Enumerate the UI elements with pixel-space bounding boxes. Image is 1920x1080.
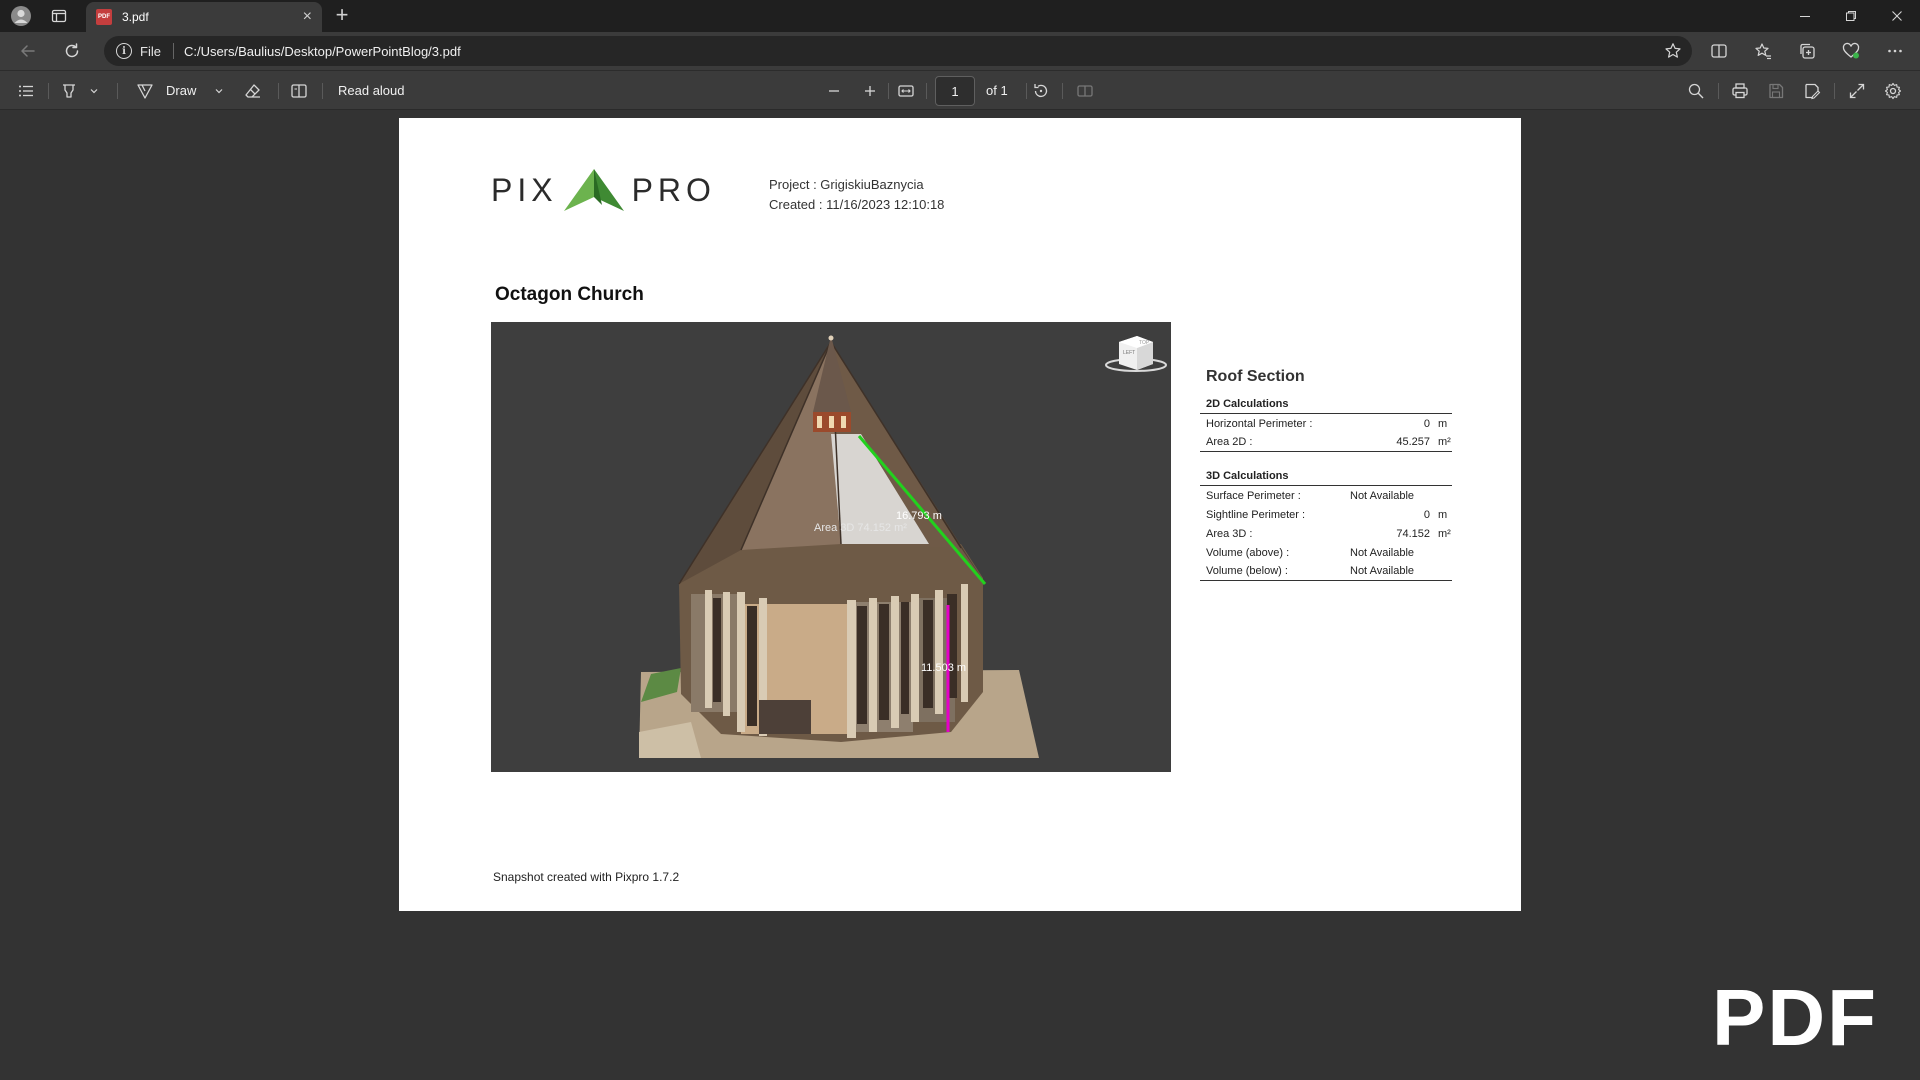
pdf-toolbar: Draw Read aloud of 1 [0, 70, 1920, 110]
section-title: Roof Section [1206, 368, 1305, 385]
roof-section-calculations: Roof Section 2D Calculations Horizontal … [1200, 368, 1452, 591]
tab-strip: PDF 3.pdf × + [0, 0, 1920, 32]
viewcube-top-label: TOP [1139, 340, 1150, 346]
address-divider [172, 43, 174, 59]
address-url[interactable]: C:/Users/Baulius/Desktop/PowerPointBlog/… [184, 44, 1692, 59]
toolbar-divider [1062, 83, 1063, 99]
calc-row-surface-perimeter: Surface Perimeter : Not Available [1206, 489, 1415, 502]
page-number-input[interactable] [935, 76, 975, 106]
calc-row-sightline-perimeter: Sightline Perimeter : 0 m [1206, 508, 1448, 521]
expand-icon[interactable] [1845, 79, 1869, 103]
tab-title: 3.pdf [122, 10, 149, 24]
rotate-icon[interactable] [1029, 79, 1053, 103]
close-tab-icon[interactable]: × [303, 9, 312, 25]
immersive-reader-icon[interactable] [287, 79, 311, 103]
document-title: Octagon Church [495, 284, 644, 305]
calc-row-horizontal-perimeter: Horizontal Perimeter : 0 m [1206, 417, 1448, 430]
snapshot-footer: Snapshot created with Pixpro 1.7.2 [493, 870, 680, 884]
new-tab-button[interactable]: + [330, 4, 354, 28]
tab-3-pdf[interactable]: PDF 3.pdf × [86, 2, 322, 32]
logo-text-pro: PRO [631, 171, 716, 208]
address-scheme: File [140, 43, 161, 59]
zoom-out-icon[interactable] [822, 79, 846, 103]
back-arrow-icon[interactable] [16, 39, 40, 63]
minimize-button[interactable] [1782, 0, 1828, 32]
measurement-slope-label: 16.793 m [896, 510, 942, 522]
address-bar[interactable]: i File C:/Users/Baulius/Desktop/PowerPoi… [104, 36, 1692, 66]
calc-row-area-3d: Area 3D : 74.152 m² [1206, 527, 1451, 540]
save-as-icon[interactable] [1800, 79, 1824, 103]
contents-list-icon[interactable] [14, 79, 38, 103]
pdf-watermark: PDF [1712, 973, 1878, 1062]
settings-gear-icon[interactable] [1881, 79, 1905, 103]
page-total-label: of 1 [986, 83, 1008, 98]
church-model-illustration [639, 335, 1167, 758]
toolbar-divider [322, 83, 323, 99]
pixpro-peak-icon [563, 169, 624, 211]
3d-snapshot-image: 16.793 m Area 3D 74.152 m² 11.503 m LEFT… [491, 322, 1171, 772]
print-icon[interactable] [1728, 79, 1752, 103]
save-icon[interactable] [1764, 79, 1788, 103]
pdf-page: PIX PRO Project : GrigiskiuBaznycia Crea… [399, 118, 1521, 911]
more-menu-icon[interactable] [1883, 39, 1907, 63]
calc-3d-title: 3D Calculations [1200, 470, 1452, 486]
toolbar-divider [117, 83, 118, 99]
logo-text-pix: PIX [491, 171, 558, 208]
site-info-icon[interactable]: i [116, 43, 132, 59]
address-row: i File C:/Users/Baulius/Desktop/PowerPoi… [0, 32, 1920, 70]
calc-row-volume-below: Volume (below) : Not Available [1200, 562, 1452, 581]
highlight-icon[interactable] [57, 79, 81, 103]
toolbar-divider [888, 83, 889, 99]
eraser-icon[interactable] [241, 79, 265, 103]
close-window-button[interactable] [1874, 0, 1920, 32]
toolbar-divider [1718, 83, 1719, 99]
browser-essentials-icon[interactable] [1839, 39, 1863, 63]
favorites-icon[interactable] [1751, 39, 1775, 63]
page-view-icon[interactable] [1073, 79, 1097, 103]
measurement-area-label: Area 3D 74.152 m² [814, 522, 907, 534]
viewcube-left-label: LEFT [1123, 350, 1136, 356]
fit-to-width-icon[interactable] [894, 79, 918, 103]
draw-button[interactable]: Draw [166, 83, 196, 98]
zoom-in-icon[interactable] [858, 79, 882, 103]
profile-avatar-icon[interactable] [9, 4, 33, 28]
calc-row-area-2d: Area 2D : 45.257 m² [1200, 433, 1452, 452]
pdf-file-icon: PDF [96, 9, 112, 25]
tab-actions-icon[interactable] [47, 4, 71, 28]
collections-icon[interactable] [1795, 39, 1819, 63]
project-info: Project : GrigiskiuBaznycia Created : 11… [769, 175, 944, 215]
measurement-height-label: 11.503 m [921, 662, 967, 674]
highlight-options-chevron-icon[interactable] [82, 79, 106, 103]
toolbar-divider [926, 83, 927, 99]
draw-pen-icon[interactable] [133, 79, 157, 103]
restore-button[interactable] [1828, 0, 1874, 32]
search-icon[interactable] [1684, 79, 1708, 103]
toolbar-divider [278, 83, 279, 99]
project-name: Project : GrigiskiuBaznycia [769, 177, 924, 192]
pixpro-logo: PIX PRO [491, 166, 716, 214]
draw-options-chevron-icon[interactable] [207, 79, 231, 103]
calc-2d-title: 2D Calculations [1200, 398, 1452, 414]
toolbar-divider [1026, 83, 1027, 99]
calc-row-volume-above: Volume (above) : Not Available [1206, 546, 1415, 559]
refresh-icon[interactable] [60, 39, 84, 63]
toolbar-divider [1834, 83, 1835, 99]
split-screen-icon[interactable] [1707, 39, 1731, 63]
created-date: Created : 11/16/2023 12:10:18 [769, 197, 945, 212]
favorite-star-icon[interactable] [1664, 42, 1682, 65]
read-aloud-button[interactable]: Read aloud [338, 83, 405, 98]
toolbar-divider [48, 83, 49, 99]
